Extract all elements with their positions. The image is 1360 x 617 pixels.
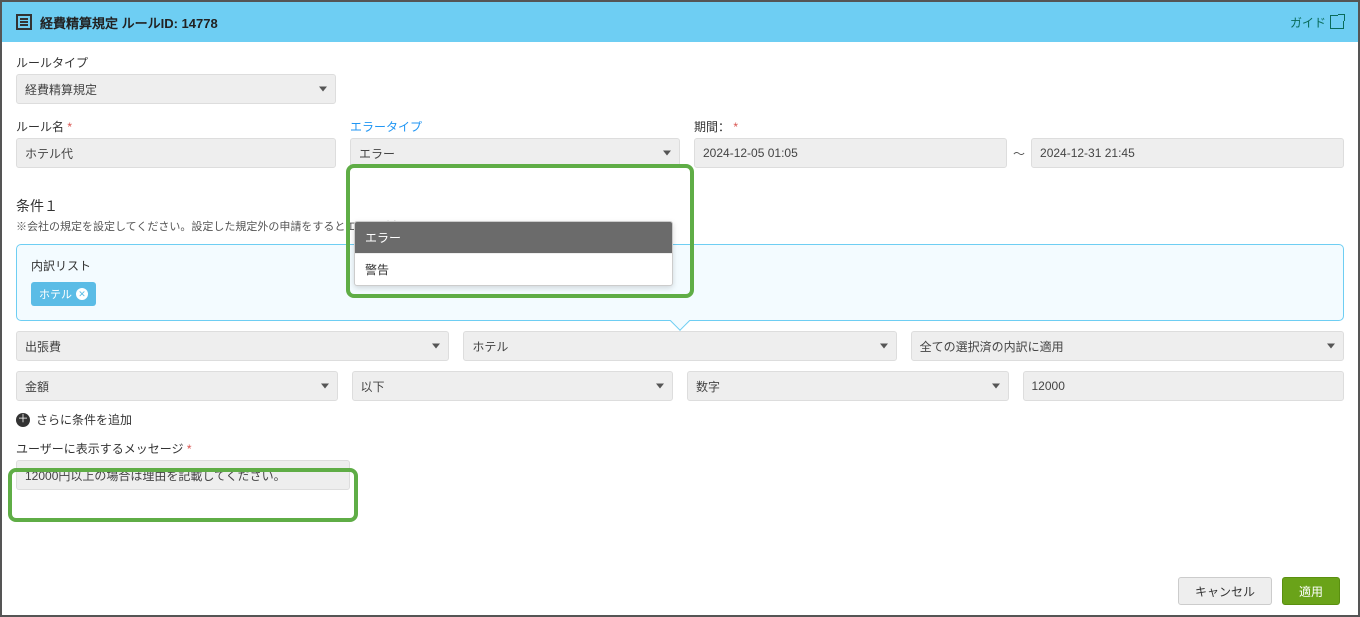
chevron-down-icon [321,384,329,389]
cond2-operator-select[interactable]: 以下 [352,371,674,401]
listbox-pointer [670,311,690,331]
cond2-field-value: 金額 [25,378,49,395]
cancel-button[interactable]: キャンセル [1178,577,1272,605]
condition-heading: 条件１ [16,196,1344,216]
cond1-item-select[interactable]: ホテル [463,331,896,361]
chevron-down-icon [319,87,327,92]
external-link-icon [1330,15,1344,29]
error-type-option-warning[interactable]: 警告 [355,254,672,285]
cond2-operator-value: 以下 [361,378,385,395]
cond1-category-value: 出張費 [25,338,61,355]
cond1-category-select[interactable]: 出張費 [16,331,449,361]
cond2-type-value: 数字 [696,378,720,395]
tag-remove-icon[interactable]: ✕ [76,288,88,300]
error-type-option-error[interactable]: エラー [355,222,672,254]
guide-label: ガイド [1290,14,1326,31]
breakdown-tag-hotel: ホテル ✕ [31,282,96,306]
breakdown-list-title: 内訳リスト [31,257,1329,274]
period-label: 期間： [694,118,1344,135]
cond2-value-input[interactable] [1023,371,1345,401]
rule-type-label: ルールタイプ [16,54,1344,71]
period-separator: ～ [1013,145,1025,162]
window-header: 経費精算規定 ルールID: 14778 ガイド [2,2,1358,42]
condition-subtext: ※会社の規定を設定してください。設定した規定外の申請をするとエラーが出ます。 [16,218,1344,234]
apply-button[interactable]: 適用 [1282,577,1340,605]
rule-type-select[interactable]: 経費精算規定 [16,74,336,104]
cond2-field-select[interactable]: 金額 [16,371,338,401]
form-body: ルールタイプ 経費精算規定 ルール名 エラータイプ エラー 期間： [2,42,1358,550]
rule-name-input[interactable] [16,138,336,168]
error-type-select[interactable]: エラー [350,138,680,168]
condition-row-2: 金額 以下 数字 [16,371,1344,401]
chevron-down-icon [880,344,888,349]
form-icon [16,14,32,30]
condition-row-1: 出張費 ホテル 全ての選択済の内訳に適用 [16,331,1344,361]
error-type-dropdown: エラー 警告 [354,221,673,286]
plus-icon: ＋ [16,413,30,427]
cond1-item-value: ホテル [472,338,508,355]
window-title: 経費精算規定 ルールID: 14778 [40,13,218,32]
chevron-down-icon [432,344,440,349]
user-message-input[interactable] [16,460,350,490]
user-message-label: ユーザーに表示するメッセージ [16,440,350,457]
chevron-down-icon [1327,344,1335,349]
tag-label: ホテル [39,286,72,302]
guide-link[interactable]: ガイド [1290,14,1344,31]
cond1-scope-value: 全ての選択済の内訳に適用 [920,338,1064,355]
period-from-input[interactable] [694,138,1007,168]
cond2-type-select[interactable]: 数字 [687,371,1009,401]
rule-editor-window: 経費精算規定 ルールID: 14778 ガイド ルールタイプ 経費精算規定 ルー… [0,0,1360,617]
chevron-down-icon [992,384,1000,389]
chevron-down-icon [663,151,671,156]
error-type-label: エラータイプ [350,118,680,135]
add-condition-button[interactable]: ＋ さらに条件を追加 [16,411,1344,428]
chevron-down-icon [656,384,664,389]
add-condition-label: さらに条件を追加 [36,411,132,428]
period-to-input[interactable] [1031,138,1344,168]
breakdown-listbox: 内訳リスト ホテル ✕ [16,244,1344,321]
rule-type-value: 経費精算規定 [25,81,97,98]
error-type-value: エラー [359,145,395,162]
cond1-scope-select[interactable]: 全ての選択済の内訳に適用 [911,331,1344,361]
footer-actions: キャンセル 適用 [1178,577,1340,605]
rule-name-label: ルール名 [16,118,336,135]
